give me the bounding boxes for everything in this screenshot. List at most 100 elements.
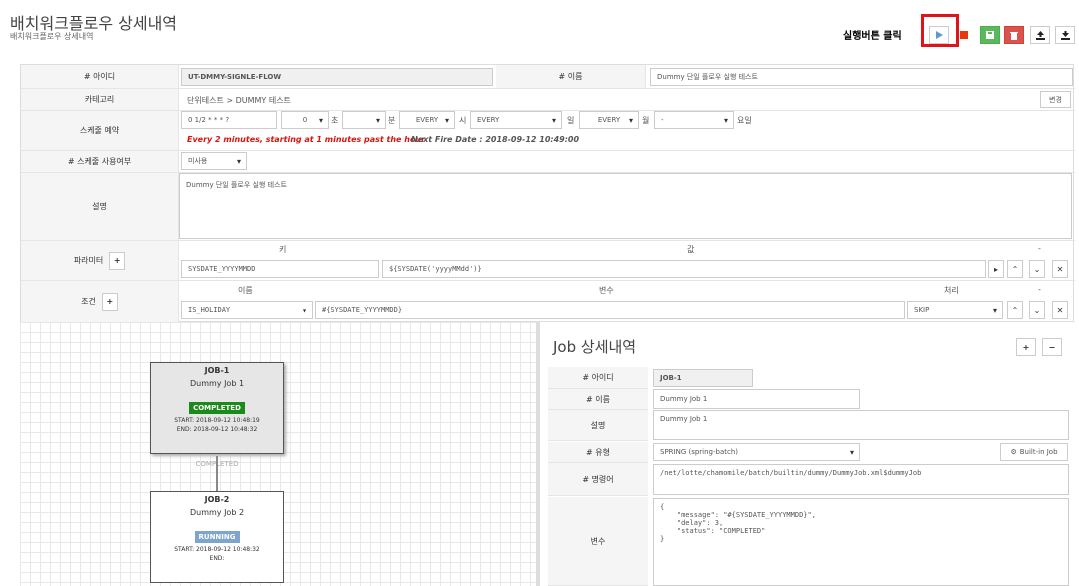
param-down-button[interactable]: ⌄	[1029, 260, 1045, 278]
workflow-id-field[interactable]: UT-DMMY-SIGNLE-FLOW	[181, 68, 493, 86]
cond-name-select[interactable]: IS_HOLIDAY	[181, 301, 313, 319]
job-name-label: # 이름	[548, 389, 648, 410]
builtin-job-label: Built-in Job	[1019, 448, 1058, 456]
minute-select[interactable]	[342, 111, 386, 129]
page-header: 배치워크플로우 상세내역 배치워크플로우 상세내역 실행버튼 클릭	[0, 0, 1079, 56]
workflow-canvas[interactable]: JOB-1 Dummy Job 1 COMPLETED START: 2018-…	[20, 322, 540, 586]
param-value-header: 값	[687, 245, 695, 254]
parameters-label: 파라미터 +	[21, 241, 179, 280]
trash-icon	[1010, 31, 1018, 40]
job2-name: Dummy Job 2	[189, 508, 245, 517]
category-value: 단위테스트 > DUMMY 테스트	[187, 96, 291, 105]
save-button[interactable]	[980, 26, 1000, 44]
param-up-button[interactable]: ⌃	[1007, 260, 1023, 278]
add-job-button[interactable]: +	[1016, 338, 1036, 356]
day-select[interactable]: EVERY	[470, 111, 562, 129]
param-value-input[interactable]: ${SYSDATE('yyyyMMdd')}	[382, 260, 986, 278]
param-key-input[interactable]: SYSDATE_YYYYMMDD	[181, 260, 379, 278]
row-description: 설명 Dummy 단일 플로우 실행 테스트	[21, 173, 1075, 241]
schedule-label: 스케줄 예약	[21, 111, 179, 150]
var-line: "status": "COMPLETED"	[660, 527, 766, 535]
schedule-description: Every 2 minutes, starting at 1 minutes p…	[187, 135, 426, 144]
minute-unit: 분	[388, 116, 396, 125]
cond-proc-header: 처리	[944, 286, 959, 295]
job-desc-textarea[interactable]: Dummy Job 1	[653, 410, 1069, 440]
job-id-label: # 아이디	[548, 367, 648, 389]
change-category-button[interactable]: 변경	[1040, 91, 1071, 108]
id-label: # 아이디	[21, 65, 179, 88]
use-schedule-label: # 스케줄 사용여부	[21, 151, 179, 172]
add-parameter-button[interactable]: +	[109, 251, 126, 270]
param-play-button[interactable]: ▸	[988, 260, 1004, 278]
upload-button[interactable]	[1030, 26, 1050, 44]
workflow-name-field[interactable]: Dummy 단일 플로우 실행 테스트	[650, 68, 1073, 86]
var-line: "delay": 3,	[660, 519, 724, 527]
job-id-field[interactable]: JOB-1	[653, 369, 753, 387]
cond-proc-select[interactable]: SKIP	[907, 301, 1003, 319]
job-detail-title: Job 상세내역	[553, 338, 637, 356]
cond-delete-button[interactable]: ✕	[1052, 301, 1068, 319]
job-command-textarea[interactable]: /net/lotte/chamomile/batch/builtin/dummy…	[653, 464, 1069, 495]
row-schedule: 스케줄 예약 0 1/2 * * * ? 0 초 분 EVERY 시 EVERY…	[21, 111, 1075, 151]
month-select[interactable]: EVERY	[579, 111, 639, 129]
job1-id: JOB-1	[204, 366, 230, 375]
annotation-text: 실행버튼 클릭	[843, 31, 902, 42]
delete-button[interactable]	[1004, 26, 1024, 44]
row-category: 카테고리 단위테스트 > DUMMY 테스트 변경	[21, 89, 1075, 111]
stop-icon	[960, 31, 968, 39]
second-unit: 초	[331, 116, 339, 125]
param-delete-button[interactable]: ✕	[1052, 260, 1068, 278]
download-button[interactable]	[1055, 26, 1075, 44]
save-icon	[986, 31, 994, 39]
name-label: # 이름	[496, 65, 646, 88]
param-action-header: -	[1038, 244, 1041, 253]
description-label: 설명	[21, 173, 179, 240]
cond-action-header: -	[1038, 285, 1041, 294]
job-type-select[interactable]: SPRING (spring-batch)	[653, 443, 860, 461]
second-select[interactable]: 0	[281, 111, 329, 129]
month-unit: 월	[642, 116, 650, 125]
workflow-form: # 아이디 UT-DMMY-SIGNLE-FLOW # 이름 Dummy 단일 …	[20, 64, 1075, 322]
row-use-schedule: # 스케줄 사용여부 미사용	[21, 151, 1075, 173]
cond-var-input[interactable]: #{SYSDATE_YYYYMMDD}	[315, 301, 905, 319]
weekday-select[interactable]: -	[654, 111, 734, 129]
hour-unit: 시	[459, 116, 467, 125]
row-parameters: 파라미터 + 키 값 - SYSDATE_YYYYMMDD ${SYSDATE(…	[21, 241, 1075, 281]
job-node-2[interactable]: JOB-2 Dummy Job 2 RUNNING START: 2018-09…	[150, 491, 284, 583]
job1-start: START: 2018-09-12 10:48:19	[174, 417, 260, 424]
cond-name-header: 이름	[238, 286, 253, 295]
row-conditions: 조건 + 이름 변수 처리 - IS_HOLIDAY #{SYSDATE_YYY…	[21, 281, 1075, 322]
job-variables-textarea[interactable]: { "message": "#{SYSDATE_YYYYMMDD}", "del…	[653, 498, 1069, 586]
var-line: "message": "#{SYSDATE_YYYYMMDD}",	[660, 511, 816, 519]
conditions-label: 조건 +	[21, 281, 179, 322]
cron-input[interactable]: 0 1/2 * * * ?	[181, 111, 277, 129]
remove-job-button[interactable]: −	[1042, 338, 1062, 356]
job1-end: END: 2018-09-12 10:48:32	[176, 426, 258, 433]
use-schedule-select[interactable]: 미사용	[181, 152, 247, 170]
description-textarea[interactable]: Dummy 단일 플로우 실행 테스트	[179, 173, 1072, 239]
hour-select[interactable]: EVERY	[399, 111, 455, 129]
page-subtitle: 배치워크플로우 상세내역	[10, 32, 94, 41]
gear-icon: ⚙	[1010, 448, 1017, 456]
highlight-box	[921, 14, 959, 47]
link-line	[216, 456, 218, 491]
job-command-label: # 명령어	[548, 463, 648, 496]
cond-down-button[interactable]: ⌄	[1029, 301, 1045, 319]
job-variables-label: 변수	[548, 497, 648, 586]
job2-id: JOB-2	[204, 495, 230, 504]
var-line: }	[660, 535, 665, 543]
add-condition-button[interactable]: +	[101, 292, 118, 311]
download-icon	[1060, 30, 1070, 40]
job-node-1[interactable]: JOB-1 Dummy Job 1 COMPLETED START: 2018-…	[150, 362, 284, 454]
next-fire-date: Next Fire Date : 2018-09-12 10:49:00	[411, 135, 580, 144]
job-detail-panel: Job 상세내역 + − # 아이디 JOB-1 # 이름 Dummy Job …	[544, 322, 1079, 586]
job-name-field[interactable]: Dummy Job 1	[653, 389, 860, 409]
job1-name: Dummy Job 1	[189, 379, 245, 388]
weekday-unit: 요일	[737, 116, 752, 125]
cond-up-button[interactable]: ⌃	[1007, 301, 1023, 319]
job-desc-label: 설명	[548, 410, 648, 441]
row-id-name: # 아이디 UT-DMMY-SIGNLE-FLOW # 이름 Dummy 단일 …	[21, 65, 1075, 89]
category-label: 카테고리	[21, 89, 179, 110]
builtin-job-button[interactable]: ⚙ Built-in Job	[1000, 443, 1068, 461]
parameters-label-text: 파라미터	[73, 256, 104, 265]
